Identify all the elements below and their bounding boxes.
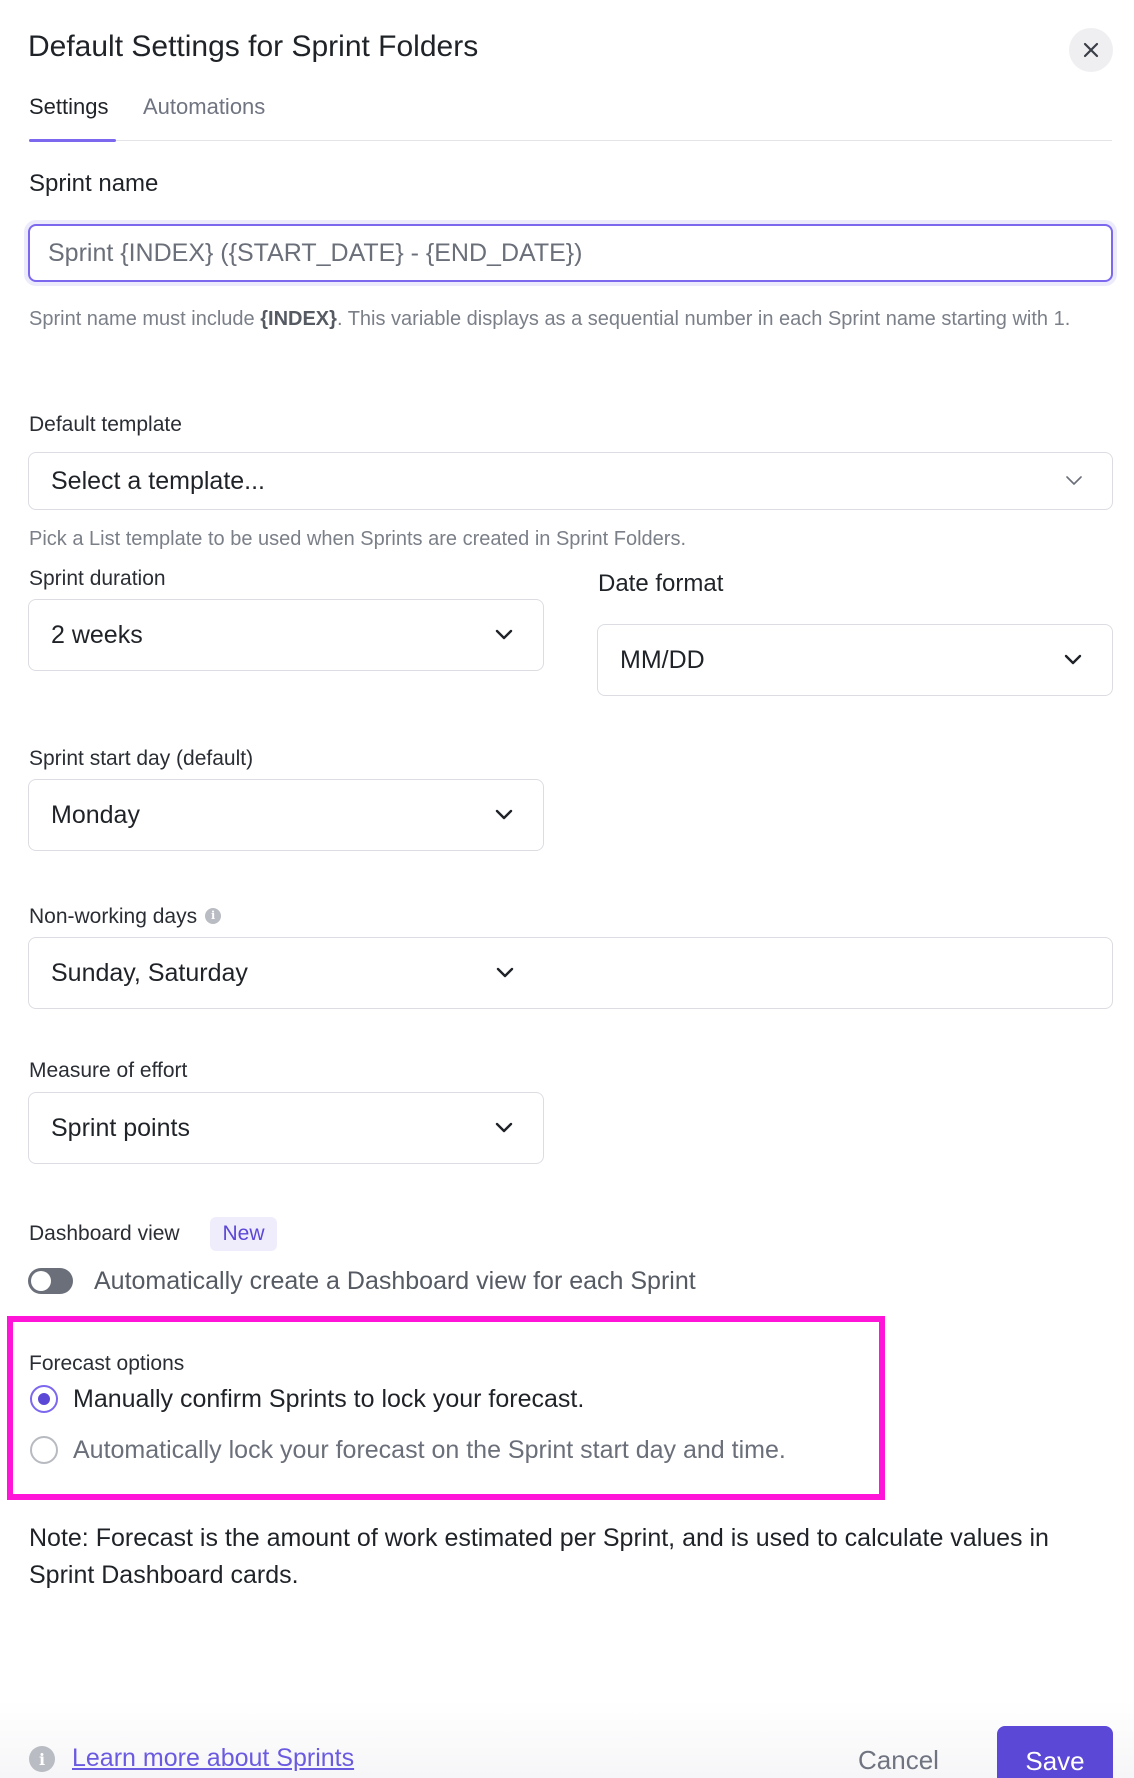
sprint-name-label: Sprint name bbox=[29, 170, 159, 197]
dashboard-view-toggle[interactable] bbox=[28, 1268, 73, 1294]
forecast-note: Note: Forecast is the amount of work est… bbox=[29, 1524, 1049, 1589]
measure-of-effort-value: Sprint points bbox=[51, 1113, 190, 1142]
forecast-auto-label[interactable]: Automatically lock your forecast on the … bbox=[73, 1436, 786, 1465]
tab-settings[interactable]: Settings bbox=[29, 94, 109, 120]
sprint-name-help-prefix: Sprint name must include bbox=[29, 308, 261, 330]
sprint-duration-value: 2 weeks bbox=[51, 620, 143, 649]
forecast-options-label: Forecast options bbox=[29, 1352, 185, 1375]
learn-more-link[interactable]: Learn more about Sprints bbox=[72, 1744, 354, 1773]
sprint-name-input[interactable] bbox=[28, 224, 1113, 282]
default-template-label: Default template bbox=[29, 413, 182, 436]
date-format-select[interactable]: MM/DD bbox=[597, 624, 1113, 696]
chevron-down-icon bbox=[1066, 476, 1082, 485]
forecast-manual-radio[interactable] bbox=[30, 1385, 58, 1413]
cancel-button[interactable]: Cancel bbox=[858, 1745, 939, 1776]
save-button[interactable]: Save bbox=[997, 1726, 1113, 1778]
chevron-down-icon bbox=[495, 629, 513, 640]
sprint-start-day-label: Sprint start day (default) bbox=[29, 747, 254, 770]
non-working-days-value: Sunday, Saturday bbox=[51, 958, 248, 987]
dialog-title: Default Settings for Sprint Folders bbox=[28, 30, 479, 63]
forecast-auto-radio[interactable] bbox=[30, 1436, 58, 1464]
sprint-name-help-suffix: . This variable displays as a sequential… bbox=[336, 308, 1071, 330]
close-icon bbox=[1083, 42, 1099, 58]
info-icon[interactable]: i bbox=[205, 907, 222, 924]
tab-automations[interactable]: Automations bbox=[143, 94, 265, 120]
sprint-duration-label: Sprint duration bbox=[29, 567, 166, 590]
sprint-start-day-select[interactable]: Monday bbox=[28, 779, 544, 851]
sprint-name-help-variable: {INDEX} bbox=[260, 308, 337, 330]
active-tab-indicator bbox=[29, 139, 116, 142]
new-badge: New bbox=[210, 1217, 277, 1251]
sprint-start-day-value: Monday bbox=[51, 800, 140, 829]
date-format-value: MM/DD bbox=[620, 645, 705, 674]
chevron-down-icon bbox=[495, 809, 513, 820]
chevron-down-icon bbox=[495, 1122, 513, 1133]
chevron-down-icon bbox=[1064, 654, 1082, 665]
sprint-duration-select[interactable]: 2 weeks bbox=[28, 599, 544, 671]
toggle-knob bbox=[31, 1271, 51, 1291]
dashboard-view-label: Dashboard view bbox=[29, 1222, 180, 1245]
non-working-days-label-text: Non-working days bbox=[29, 905, 198, 928]
measure-of-effort-select[interactable]: Sprint points bbox=[28, 1092, 544, 1164]
date-format-label: Date format bbox=[598, 570, 724, 597]
chevron-down-icon bbox=[496, 967, 514, 978]
measure-of-effort-label: Measure of effort bbox=[29, 1059, 188, 1082]
default-template-value: Select a template... bbox=[51, 466, 266, 495]
info-icon: i bbox=[29, 1746, 55, 1772]
non-working-days-select[interactable]: Sunday, Saturday bbox=[28, 937, 1113, 1009]
close-button[interactable] bbox=[1069, 28, 1113, 72]
sprint-name-help: Sprint name must include {INDEX}. This v… bbox=[29, 308, 1114, 330]
non-working-days-label: Non-working days i bbox=[29, 905, 222, 929]
default-template-select[interactable]: Select a template... bbox=[28, 452, 1113, 510]
default-template-help: Pick a List template to be used when Spr… bbox=[29, 528, 687, 550]
forecast-manual-label[interactable]: Manually confirm Sprints to lock your fo… bbox=[73, 1385, 584, 1414]
dashboard-view-toggle-label: Automatically create a Dashboard view fo… bbox=[94, 1267, 696, 1295]
tabs-divider bbox=[29, 140, 1112, 141]
